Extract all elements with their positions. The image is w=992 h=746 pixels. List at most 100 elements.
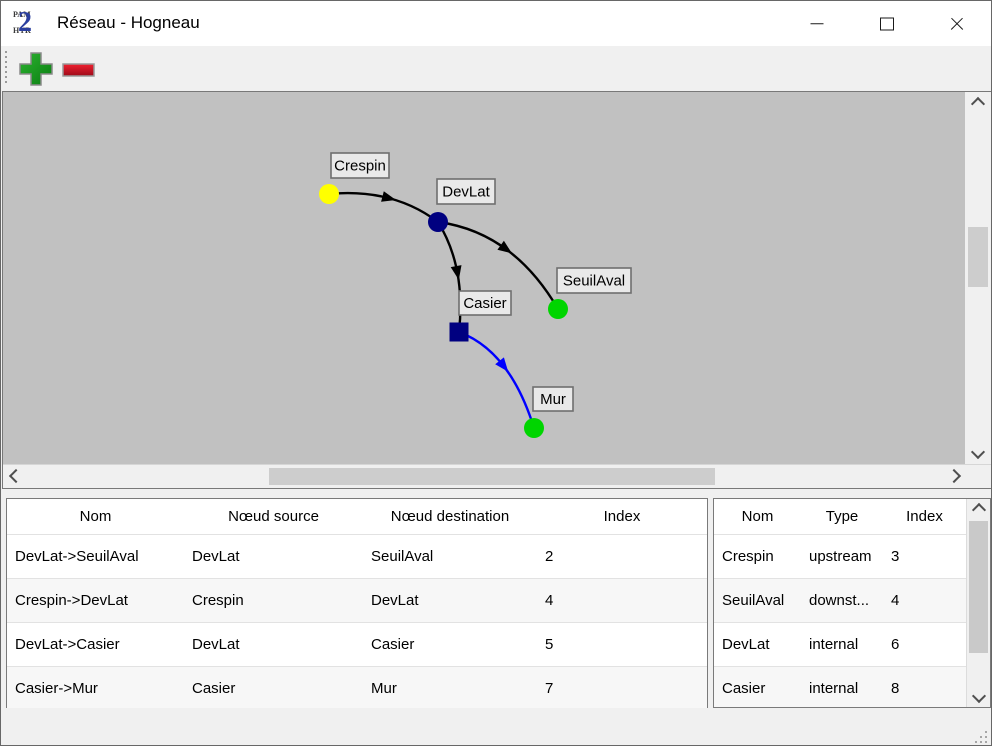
title-bar: PAM HYR 2 Réseau - Hogneau: [1, 1, 991, 46]
table-cell: Casier: [714, 680, 801, 697]
table-cell: internal: [801, 636, 883, 653]
column-header: Index: [898, 508, 951, 525]
table-row[interactable]: Casierinternal8: [714, 666, 966, 707]
table-header-row: Nom Type Index: [714, 499, 966, 534]
chevron-down-icon: [972, 689, 986, 703]
maximize-icon: [880, 17, 894, 30]
horizontal-scroll-thumb[interactable]: [269, 468, 715, 485]
network-viewport: Crespin DevLat SeuilAval Casier Mur: [2, 91, 992, 489]
edge-arrow-icon: [381, 191, 396, 202]
edges-table: NomNœud sourceNœud destinationIndexDevLa…: [6, 498, 708, 708]
table-cell: 7: [537, 680, 707, 697]
plus-icon: [17, 50, 55, 88]
table-cell: DevLat: [184, 548, 363, 565]
canvas-vertical-scrollbar[interactable]: [965, 92, 991, 464]
table-cell: SeuilAval: [363, 548, 537, 565]
vertical-scroll-thumb[interactable]: [969, 521, 988, 653]
node-label-SeuilAval[interactable]: SeuilAval: [557, 268, 631, 293]
nodes-table-scrollbar[interactable]: [966, 499, 990, 707]
app-icon-number: 2: [18, 7, 32, 39]
table-row[interactable]: Crespinupstream3: [714, 534, 966, 578]
canvas-horizontal-scrollbar[interactable]: [3, 464, 991, 488]
app-icon: PAM HYR 2: [13, 10, 39, 37]
table-row[interactable]: DevLat->CasierDevLatCasier5: [7, 622, 707, 666]
chevron-right-icon: [947, 469, 961, 483]
table-cell: 6: [883, 636, 966, 653]
column-header: Nœud source: [220, 508, 327, 525]
table-cell: Casier: [363, 636, 537, 653]
scroll-up-button[interactable]: [965, 94, 991, 114]
table-row[interactable]: SeuilAvaldownst...4: [714, 578, 966, 622]
table-cell: DevLat: [184, 636, 363, 653]
node-label-Casier[interactable]: Casier: [459, 291, 511, 315]
column-header: Nœud destination: [383, 508, 517, 525]
minimize-button[interactable]: [793, 1, 841, 46]
scroll-down-button[interactable]: [967, 686, 991, 706]
chevron-up-icon: [972, 503, 986, 517]
add-button[interactable]: [17, 50, 55, 88]
node-label-Crespin[interactable]: Crespin: [331, 153, 389, 178]
chevron-up-icon: [971, 97, 985, 111]
edge-arrow-icon: [451, 265, 462, 280]
scroll-up-button[interactable]: [967, 500, 991, 520]
maximize-button[interactable]: [863, 1, 911, 46]
table-row[interactable]: DevLatinternal6: [714, 622, 966, 666]
table-cell: 4: [883, 592, 966, 609]
scroll-left-button[interactable]: [5, 464, 27, 488]
node-SeuilAval[interactable]: [548, 299, 568, 319]
node-label-Mur[interactable]: Mur: [533, 387, 573, 411]
svg-text:Mur: Mur: [540, 391, 566, 408]
scroll-right-button[interactable]: [943, 464, 965, 488]
table-cell: Casier: [184, 680, 363, 697]
svg-text:Crespin: Crespin: [334, 158, 386, 175]
svg-text:DevLat: DevLat: [442, 184, 490, 201]
network-canvas[interactable]: Crespin DevLat SeuilAval Casier Mur: [3, 92, 965, 464]
app-window: PAM HYR 2 Réseau - Hogneau: [0, 0, 992, 746]
table-cell: 8: [883, 680, 966, 697]
table-header-row: NomNœud sourceNœud destinationIndex: [7, 499, 707, 534]
minus-icon: [59, 50, 97, 88]
table-cell: DevLat: [363, 592, 537, 609]
table-cell: downst...: [801, 592, 883, 609]
table-row[interactable]: DevLat->SeuilAvalDevLatSeuilAval2: [7, 534, 707, 578]
vertical-scroll-thumb[interactable]: [968, 227, 988, 287]
table-cell: Casier->Mur: [7, 680, 184, 697]
table-cell: Crespin->DevLat: [7, 592, 184, 609]
table-cell: Crespin: [184, 592, 363, 609]
status-bar: [1, 708, 991, 746]
table-cell: Mur: [363, 680, 537, 697]
table-cell: SeuilAval: [714, 592, 801, 609]
svg-text:Casier: Casier: [463, 295, 506, 312]
table-row[interactable]: Casier->MurCasierMur7: [7, 666, 707, 710]
chevron-left-icon: [9, 469, 23, 483]
table-row[interactable]: Crespin->DevLatCrespinDevLat4: [7, 578, 707, 622]
column-header: Index: [596, 508, 649, 525]
resize-grip-icon[interactable]: [975, 731, 987, 743]
minimize-icon: [811, 23, 824, 25]
column-header: Type: [818, 508, 867, 525]
node-Mur[interactable]: [524, 418, 544, 438]
table-cell: upstream: [801, 548, 883, 565]
node-Crespin[interactable]: [319, 184, 339, 204]
window-title: Réseau - Hogneau: [57, 13, 200, 33]
remove-button[interactable]: [59, 50, 97, 88]
node-Casier[interactable]: [450, 323, 469, 342]
table-cell: Crespin: [714, 548, 801, 565]
svg-text:SeuilAval: SeuilAval: [563, 273, 625, 290]
table-cell: 2: [537, 548, 707, 565]
table-cell: DevLat->SeuilAval: [7, 548, 184, 565]
node-DevLat[interactable]: [428, 212, 448, 232]
table-cell: DevLat->Casier: [7, 636, 184, 653]
table-cell: 4: [537, 592, 707, 609]
scroll-down-button[interactable]: [965, 442, 991, 462]
toolbar-drag-handle[interactable]: [5, 51, 7, 85]
toolbar: [1, 46, 991, 91]
column-header: Nom: [734, 508, 782, 525]
node-label-DevLat[interactable]: DevLat: [437, 179, 495, 204]
close-button[interactable]: [933, 1, 981, 46]
edge-Casier->Mur[interactable]: [459, 332, 534, 428]
table-cell: internal: [801, 680, 883, 697]
table-cell: 5: [537, 636, 707, 653]
nodes-table: NomTypeIndexCrespinupstream3SeuilAvaldow…: [713, 498, 991, 708]
table-cell: 3: [883, 548, 966, 565]
